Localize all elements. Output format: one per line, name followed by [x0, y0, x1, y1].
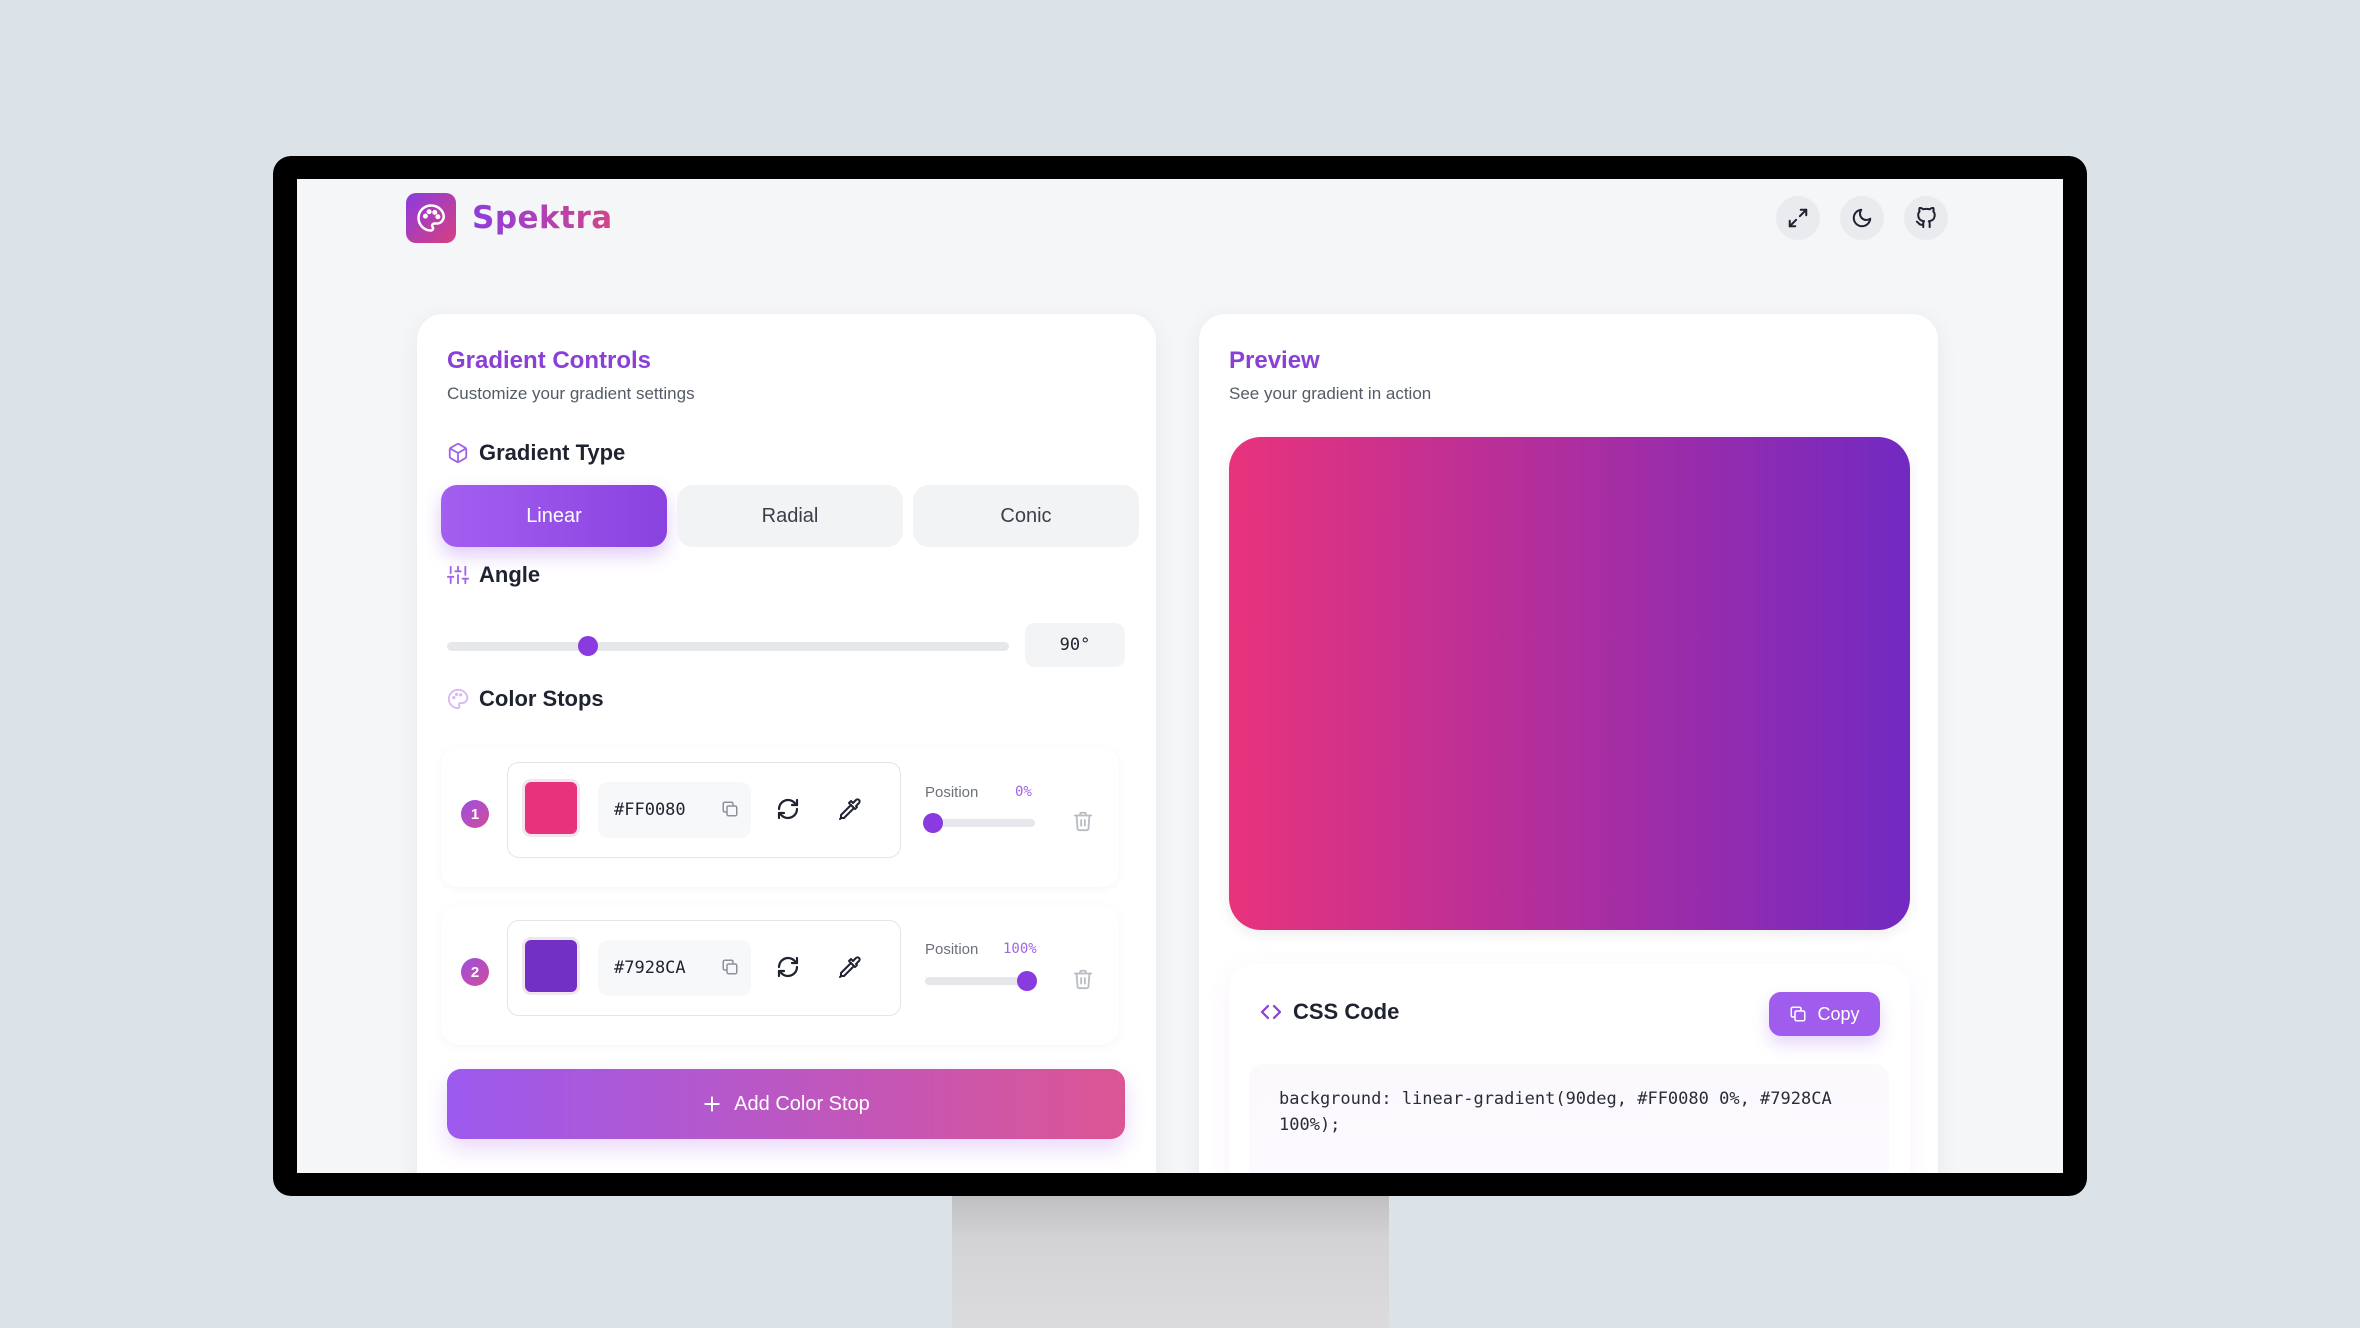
random-color-button[interactable]: [770, 949, 806, 985]
color-swatch[interactable]: [522, 779, 580, 837]
app-screen: Spektra Gradient Controls Customize your…: [297, 179, 2063, 1173]
panel-title: Gradient Controls: [447, 347, 652, 374]
stop-color-editor: #FF0080: [507, 762, 901, 858]
refresh-icon: [777, 956, 799, 978]
angle-slider[interactable]: [447, 636, 1009, 656]
type-linear-button[interactable]: Linear: [441, 485, 667, 547]
moon-icon: [1852, 208, 1872, 228]
type-radial-button[interactable]: Radial: [677, 485, 903, 547]
add-color-stop-button[interactable]: Add Color Stop: [447, 1069, 1125, 1139]
github-icon: [1915, 207, 1936, 229]
color-stop-row: 1 #FF0080 Position 0%: [441, 747, 1119, 887]
delete-stop-button[interactable]: [1069, 965, 1097, 993]
color-swatch[interactable]: [522, 937, 580, 995]
preview-panel: Preview See your gradient in action CSS …: [1199, 314, 1938, 1173]
trash-icon: [1073, 969, 1093, 990]
panel-subtitle: Customize your gradient settings: [447, 384, 695, 403]
angle-heading: Angle: [447, 562, 540, 588]
sliders-icon: [447, 565, 469, 585]
refresh-icon: [777, 798, 799, 820]
code-icon: [1260, 1004, 1282, 1020]
monitor-stand: [952, 1190, 1389, 1328]
fullscreen-button[interactable]: [1776, 196, 1820, 240]
eyedropper-button[interactable]: [832, 949, 868, 985]
angle-value-field[interactable]: 90°: [1025, 623, 1125, 667]
trash-icon: [1073, 811, 1093, 832]
type-conic-button[interactable]: Conic: [913, 485, 1139, 547]
hex-input[interactable]: #7928CA: [598, 940, 751, 996]
preview-subtitle: See your gradient in action: [1229, 384, 1432, 403]
dark-mode-toggle[interactable]: [1840, 196, 1884, 240]
cube-icon: [448, 442, 468, 464]
position-value: 0%: [1015, 784, 1032, 800]
position-label: Position: [925, 941, 979, 958]
color-stop-row: 2 #7928CA Position 100%: [441, 905, 1119, 1045]
position-value: 100%: [1003, 941, 1037, 957]
position-slider-thumb[interactable]: [1017, 971, 1037, 991]
gradient-type-heading: Gradient Type: [447, 440, 625, 466]
eyedropper-icon: [839, 798, 861, 820]
preview-title: Preview: [1229, 347, 1320, 374]
position-slider[interactable]: [923, 813, 1035, 833]
css-code-panel: CSS Code Copy background: linear-gradien…: [1229, 964, 1910, 1173]
delete-stop-button[interactable]: [1069, 807, 1097, 835]
css-code-output: background: linear-gradient(90deg, #FF00…: [1249, 1064, 1889, 1173]
copy-css-button[interactable]: Copy: [1769, 992, 1880, 1036]
palette-icon: [447, 688, 469, 710]
position-slider[interactable]: [925, 971, 1037, 991]
gradient-type-selector: Linear Radial Conic: [441, 485, 1139, 547]
eyedropper-icon: [839, 956, 861, 978]
copy-hex-icon[interactable]: [721, 958, 739, 981]
copy-hex-icon[interactable]: [721, 800, 739, 823]
hex-input[interactable]: #FF0080: [598, 782, 751, 838]
github-button[interactable]: [1904, 196, 1948, 240]
stop-color-editor: #7928CA: [507, 920, 901, 1016]
app-logo[interactable]: Spektra: [406, 193, 613, 243]
random-color-button[interactable]: [770, 791, 806, 827]
stop-index-badge: 1: [461, 800, 489, 828]
angle-slider-thumb[interactable]: [577, 636, 598, 656]
fullscreen-icon: [1788, 208, 1808, 228]
plus-icon: [704, 1096, 720, 1112]
css-code-heading: CSS Code: [1259, 999, 1399, 1025]
stop-index-badge: 2: [461, 958, 489, 986]
header-actions: [1776, 196, 1948, 240]
gradient-controls-panel: Gradient Controls Customize your gradien…: [417, 314, 1156, 1173]
copy-icon: [1790, 1006, 1806, 1022]
position-slider-thumb[interactable]: [923, 813, 943, 833]
color-stops-heading: Color Stops: [447, 686, 604, 712]
position-label: Position: [925, 784, 979, 801]
eyedropper-button[interactable]: [832, 791, 868, 827]
app-name: Spektra: [472, 200, 613, 236]
palette-icon: [406, 193, 456, 243]
gradient-preview: [1229, 437, 1910, 930]
